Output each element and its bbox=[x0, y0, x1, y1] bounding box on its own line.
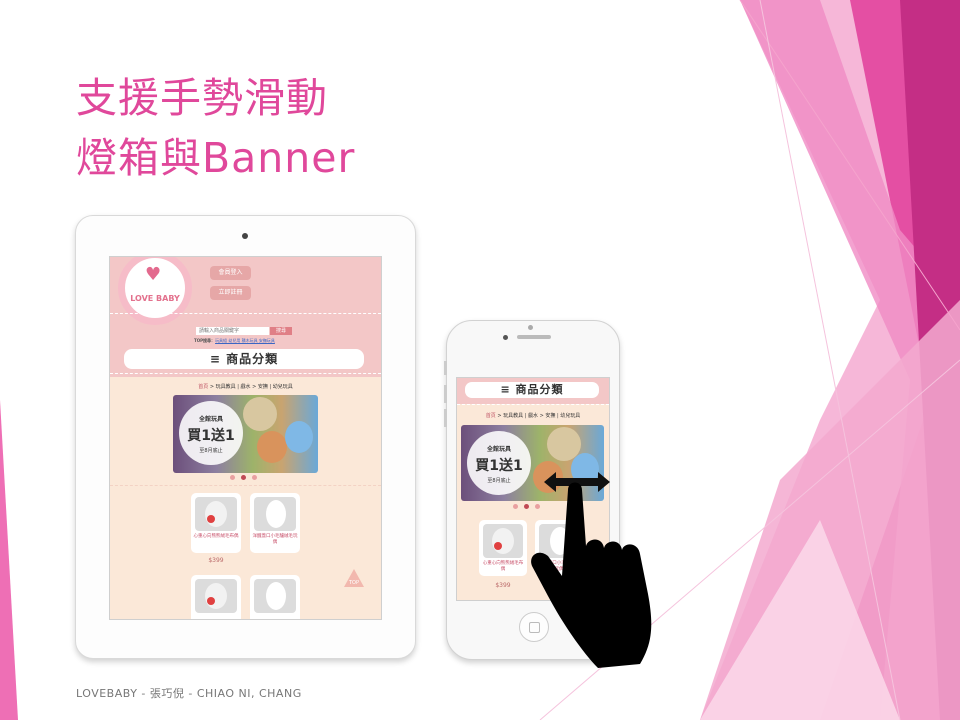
banner-toy bbox=[243, 397, 277, 431]
product-name[interactable]: 心重心向熊熊絨毛布偶 bbox=[193, 533, 239, 539]
product-image bbox=[254, 497, 296, 531]
phone-product-card[interactable]: 心重心向熊熊絨毛布偶 bbox=[479, 520, 527, 576]
banner-dot-active[interactable] bbox=[241, 475, 246, 480]
search-button[interactable]: 搜尋 bbox=[270, 327, 292, 335]
phone-breadcrumb-path: > 玩具教具 | 戲水 > 安撫 | 幼兒玩具 bbox=[495, 413, 581, 419]
product-price: $399 bbox=[495, 582, 511, 589]
product-card[interactable]: 洋醜蓋口小毛驢絨毛玩偶 bbox=[250, 493, 300, 553]
phone-front-camera bbox=[503, 335, 508, 340]
top-searches: TOP搜尋：玩具組 幼兒用 積木玩具 安撫玩具 bbox=[194, 338, 275, 344]
swipe-hand-icon bbox=[531, 482, 652, 668]
product-name[interactable]: 心重心向熊熊絨毛布偶 bbox=[481, 560, 525, 572]
slide-footer: LOVEBABY - 張巧倪 - CHIAO NI, CHANG bbox=[76, 687, 302, 700]
phone-camera bbox=[528, 325, 533, 330]
divider bbox=[110, 485, 381, 486]
phone-breadcrumb-home[interactable]: 首頁 bbox=[486, 413, 496, 419]
product-card[interactable] bbox=[250, 575, 300, 619]
divider bbox=[457, 404, 609, 405]
top-searches-links[interactable]: 玩具組 幼兒用 積木玩具 安撫玩具 bbox=[215, 338, 275, 343]
product-card[interactable] bbox=[191, 575, 241, 619]
phone-category-menu-button[interactable]: ≡ 商品分類 bbox=[465, 382, 599, 398]
product-image bbox=[195, 497, 237, 531]
product-image bbox=[254, 579, 296, 613]
banner-promo-circle: 全館玩具 買1送1 至8月底止 bbox=[179, 401, 243, 465]
breadcrumb-home[interactable]: 首頁 bbox=[198, 384, 208, 390]
phone-side-button bbox=[444, 385, 447, 403]
phone-speaker bbox=[517, 335, 551, 339]
product-toy-heart bbox=[207, 515, 215, 523]
product-toy-heart bbox=[207, 597, 215, 605]
category-menu-button[interactable]: ≡ 商品分類 bbox=[124, 349, 364, 369]
tablet-camera bbox=[242, 233, 248, 239]
banner-small-text: 全館玩具 bbox=[198, 416, 223, 423]
top-button-label: TOP bbox=[348, 580, 359, 586]
love-baby-logo[interactable]: ♥ LOVE BABY bbox=[118, 257, 192, 325]
logo-text: LOVE BABY bbox=[130, 294, 180, 303]
search-input[interactable]: 請輸入商品關鍵字 bbox=[196, 327, 269, 335]
phone-side-button bbox=[444, 361, 447, 375]
banner-big-text: 買1送1 bbox=[187, 428, 235, 444]
slide-title-line1: 支援手勢滑動 bbox=[76, 74, 328, 122]
phone-banner-promo-circle: 全館玩具 買1送1 至8月底止 bbox=[467, 431, 531, 495]
top-arrow-icon[interactable]: TOP bbox=[344, 569, 364, 587]
top-searches-label: TOP搜尋： bbox=[194, 338, 216, 343]
slide-title-line2: 燈箱與Banner bbox=[76, 134, 356, 182]
product-toy bbox=[266, 500, 286, 528]
heart-logo-icon: ♥ bbox=[145, 264, 162, 285]
banner-big-text: 買1送1 bbox=[475, 458, 523, 474]
product-toy bbox=[492, 528, 514, 554]
site-header: ♥ LOVE BABY 會員登入 立即註冊 請輸入商品關鍵字 搜尋 TOP搜尋：… bbox=[110, 257, 381, 377]
product-name[interactable]: 洋醜蓋口小毛驢絨毛玩偶 bbox=[252, 533, 298, 545]
phone-breadcrumb: 首頁 > 玩具教具 | 戲水 > 安撫 | 幼兒玩具 bbox=[457, 412, 609, 419]
phone-side-button bbox=[444, 409, 447, 427]
banner-tiny-text: 至8月底止 bbox=[199, 448, 223, 454]
divider bbox=[110, 313, 381, 314]
breadcrumb: 首頁 > 玩具教具 | 戲水 > 安撫 | 幼兒玩具 bbox=[110, 383, 381, 390]
banner-dot[interactable] bbox=[230, 475, 235, 480]
tablet-device: ♥ LOVE BABY 會員登入 立即註冊 請輸入商品關鍵字 搜尋 TOP搜尋：… bbox=[75, 215, 416, 659]
product-toy-heart bbox=[494, 542, 502, 550]
divider bbox=[110, 373, 381, 374]
banner-pagination bbox=[230, 475, 270, 481]
product-image bbox=[195, 579, 237, 613]
banner-toy bbox=[285, 421, 313, 453]
banner-tiny-text: 至8月底止 bbox=[487, 478, 511, 484]
promo-banner[interactable]: 全館玩具 買1送1 至8月底止 bbox=[173, 395, 318, 473]
product-toy bbox=[205, 583, 227, 609]
breadcrumb-path: > 玩具教具 | 戲水 > 安撫 | 幼兒玩具 bbox=[208, 384, 293, 390]
product-price: $399 bbox=[208, 557, 224, 564]
banner-dot[interactable] bbox=[513, 504, 518, 509]
register-button[interactable]: 立即註冊 bbox=[210, 286, 251, 300]
product-toy bbox=[266, 582, 286, 610]
product-card[interactable]: 心重心向熊熊絨毛布偶 bbox=[191, 493, 241, 553]
product-toy bbox=[205, 501, 227, 527]
member-login-button[interactable]: 會員登入 bbox=[210, 266, 251, 280]
banner-dot[interactable] bbox=[252, 475, 257, 480]
product-image bbox=[483, 524, 523, 558]
tablet-screen: ♥ LOVE BABY 會員登入 立即註冊 請輸入商品關鍵字 搜尋 TOP搜尋：… bbox=[109, 256, 382, 620]
banner-toy bbox=[257, 431, 287, 463]
banner-small-text: 全館玩具 bbox=[486, 446, 511, 453]
